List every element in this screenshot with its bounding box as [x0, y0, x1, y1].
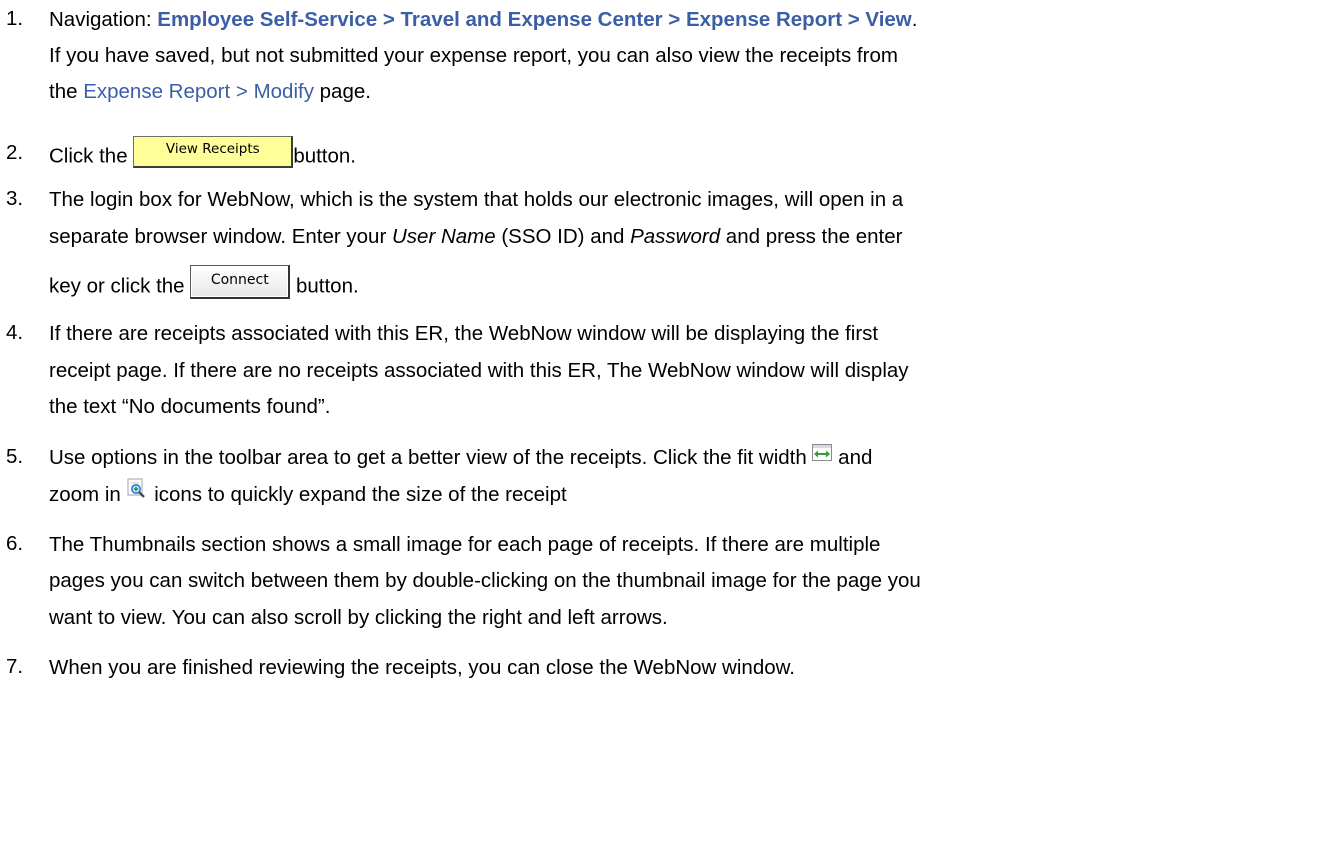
modify-page-link: Expense Report > Modify [83, 80, 314, 103]
step-5-line-1: Use options in the toolbar area to get a… [49, 442, 873, 472]
step-3-line-3: key or click the Connect button. [49, 265, 359, 304]
nav-label: Navigation: [49, 8, 152, 31]
step-number: 3. [6, 187, 24, 210]
text-fragment: button. [295, 274, 359, 298]
fit-width-icon[interactable] [812, 442, 833, 468]
instruction-steps: 1. Navigation: Employee Self-Service > T… [0, 0, 1319, 865]
text-fragment: Use options in the toolbar area to get a… [49, 446, 807, 469]
text-fragment: and press the enter [720, 225, 903, 248]
zoom-in-icon[interactable] [126, 477, 148, 506]
step-6-line-3: want to view. You can also scroll by cli… [49, 606, 668, 629]
step-4-line-1: If there are receipts associated with th… [49, 322, 879, 345]
step-1-line-2: If you have saved, but not submitted you… [49, 44, 898, 67]
step-2-line-1: Click the View Receipts button. [49, 136, 357, 173]
nav-period: . [911, 8, 918, 31]
step-3-line-2: separate browser window. Enter your User… [49, 224, 902, 250]
text-fragment: (SSO ID) and [495, 225, 631, 248]
text-fragment: separate browser window. Enter your [49, 225, 392, 248]
navigation-path: Employee Self-Service > Travel and Expen… [157, 8, 912, 31]
step-5-line-2: zoom in icons to quickly expand the size… [49, 478, 567, 510]
step-4-line-2: receipt page. If there are no receipts a… [49, 359, 909, 382]
user-name-term: User Name [391, 225, 496, 248]
text-fragment: icons to quickly expand the size of the … [154, 482, 567, 506]
step-number: 1. [6, 7, 24, 30]
step-3-line-1: The login box for WebNow, which is the s… [49, 188, 904, 211]
text-fragment: Click the [49, 144, 128, 168]
connect-button[interactable]: Connect [190, 265, 291, 299]
step-1-line-3: the Expense Report > Modify page. [49, 79, 371, 105]
text-fragment: page. [313, 80, 371, 103]
text-fragment: zoom in [49, 482, 121, 506]
step-6-line-2: pages you can switch between them by dou… [49, 569, 921, 592]
text-fragment: and [838, 446, 873, 469]
step-number: 2. [6, 141, 24, 164]
step-1-line-1: Navigation: Employee Self-Service > Trav… [49, 7, 917, 33]
text-fragment: button. [293, 144, 357, 168]
password-term: Password [630, 225, 721, 248]
step-4-line-3: the text “No documents found”. [49, 395, 331, 418]
step-6-line-1: The Thumbnails section shows a small ima… [49, 533, 881, 556]
view-receipts-button[interactable]: View Receipts [133, 136, 294, 168]
step-number: 5. [6, 445, 24, 468]
text-fragment: key or click the [49, 274, 185, 298]
text-fragment: the [49, 80, 84, 103]
step-number: 7. [6, 655, 24, 678]
step-number: 4. [6, 321, 24, 344]
step-number: 6. [6, 532, 24, 555]
step-7-line-1: When you are finished reviewing the rece… [49, 656, 795, 679]
